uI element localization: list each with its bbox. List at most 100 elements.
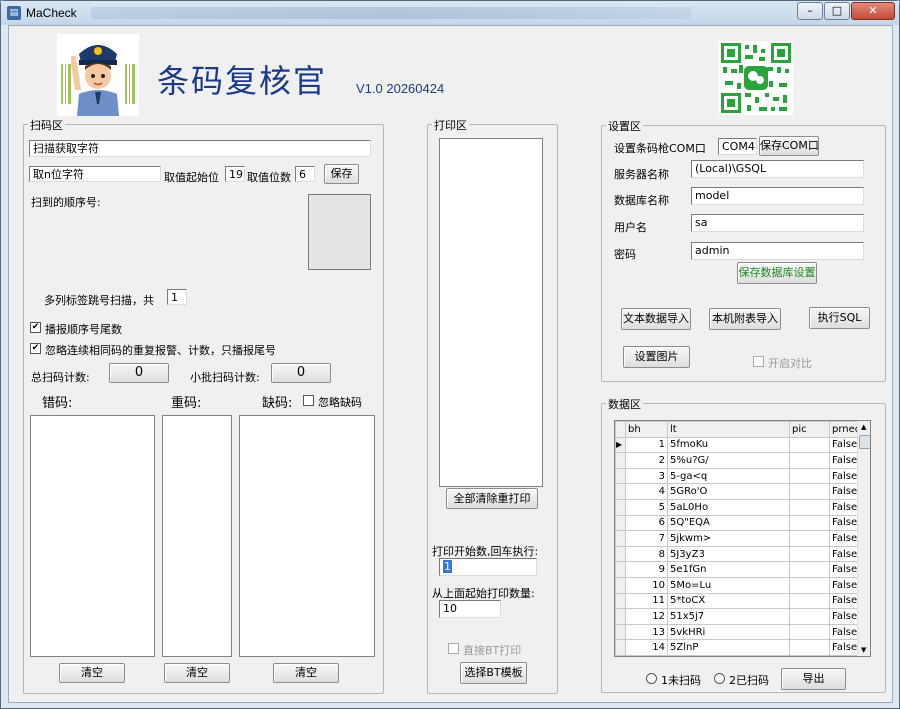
table-row[interactable]: 10 5Mo=Lu False: [615, 576, 858, 594]
grid-cell-lt[interactable]: 5GRo'O: [667, 483, 790, 500]
grid-cell-lt[interactable]: 5ZlnP: [667, 639, 790, 656]
scroll-thumb[interactable]: [859, 435, 870, 449]
grid-cell-bh[interactable]: 7: [625, 530, 668, 547]
grid-cell-lt[interactable]: 5-ga<q: [667, 467, 790, 485]
grid-cell-bh[interactable]: 9: [625, 561, 668, 578]
clear-missing-button[interactable]: 清空: [273, 663, 339, 683]
print-list[interactable]: [439, 138, 543, 487]
import-local-button[interactable]: 本机附表导入: [709, 308, 781, 330]
scan-input[interactable]: 扫描获取字符: [29, 140, 371, 157]
minimize-icon[interactable]: –: [797, 2, 823, 20]
grid-column-header[interactable]: pic: [789, 421, 830, 438]
grid-cell-pic[interactable]: [789, 452, 830, 469]
table-row[interactable]: 3 5-ga<q False: [615, 467, 858, 485]
grid-cell-prned[interactable]: False: [829, 576, 858, 594]
grid-cell-pic[interactable]: [789, 545, 830, 563]
multi-scan-field[interactable]: 1: [167, 289, 187, 305]
save-take-button[interactable]: 保存: [324, 164, 359, 184]
grid-cell-prned[interactable]: False: [829, 608, 858, 625]
grid-cell-bh[interactable]: 3: [625, 467, 668, 485]
clear-wrong-button[interactable]: 清空: [59, 663, 125, 683]
table-row[interactable]: 14 5ZlnP False: [615, 639, 858, 656]
print-count-field[interactable]: 10: [439, 600, 501, 618]
table-row[interactable]: 4 5GRo'O False: [615, 483, 858, 500]
missing-code-list[interactable]: [239, 415, 375, 657]
grid-cell-prned[interactable]: False: [829, 436, 858, 454]
scroll-up-icon[interactable]: ▲: [861, 423, 866, 431]
grid-cell-lt[interactable]: 5jkwm>: [667, 530, 790, 547]
table-row[interactable]: 5 5aL0Ho False: [615, 498, 858, 516]
grid-cell-lt[interactable]: 51x5j7: [667, 608, 790, 625]
start-pos-field[interactable]: 19: [225, 166, 245, 182]
grid-cell-bh[interactable]: 4: [625, 483, 668, 500]
grid-cell-prned[interactable]: False: [829, 592, 858, 610]
grid-cell-prned[interactable]: False: [829, 623, 858, 641]
grid-cell-prned[interactable]: False: [829, 483, 858, 500]
exec-sql-button[interactable]: 执行SQL: [809, 307, 870, 329]
data-grid[interactable]: bhltpicprned▶15fmoKuFalse25%u?G/False35-…: [614, 420, 871, 657]
grid-cell-bh[interactable]: 5: [625, 498, 668, 516]
grid-cell-prned[interactable]: False: [829, 514, 858, 532]
grid-cell-prned[interactable]: False: [829, 467, 858, 485]
grid-cell-pic[interactable]: [789, 561, 830, 578]
grid-cell-lt[interactable]: 5%u?G/: [667, 452, 790, 469]
grid-cell-lt[interactable]: 5vkHRi: [667, 623, 790, 641]
ignore-missing-checkbox[interactable]: [303, 395, 314, 406]
grid-cell-lt[interactable]: 5Mo=Lu: [667, 576, 790, 594]
import-text-button[interactable]: 文本数据导入: [621, 308, 691, 330]
grid-cell-lt[interactable]: 5e1fGn: [667, 561, 790, 578]
grid-cell-pic[interactable]: [789, 498, 830, 516]
save-db-button[interactable]: 保存数据库设置: [737, 262, 817, 284]
grid-cell-pic[interactable]: [789, 623, 830, 641]
tail-checkbox[interactable]: ✔: [30, 322, 41, 333]
grid-cell-bh[interactable]: 1: [625, 436, 668, 454]
print-start-field[interactable]: 1: [439, 558, 537, 576]
grid-cell-lt[interactable]: 5Q"EQA: [667, 514, 790, 532]
grid-cell-lt[interactable]: 5J3yZ3: [667, 545, 790, 563]
grid-cell-pic[interactable]: [789, 436, 830, 454]
grid-cell-pic[interactable]: [789, 483, 830, 500]
wrong-code-list[interactable]: [30, 415, 155, 657]
com-field[interactable]: COM4: [718, 138, 757, 155]
table-row[interactable]: 7 5jkwm> False: [615, 530, 858, 547]
ignore-dup-checkbox[interactable]: ✔: [30, 343, 41, 354]
take-chars-field[interactable]: 取n位字符: [29, 166, 161, 182]
grid-cell-pic[interactable]: [789, 514, 830, 532]
compare-checkbox[interactable]: [753, 356, 764, 367]
maximize-icon[interactable]: □: [824, 2, 850, 20]
grid-cell-prned[interactable]: False: [829, 639, 858, 656]
grid-cell-bh[interactable]: 2: [625, 452, 668, 469]
direct-bt-checkbox[interactable]: [448, 643, 459, 654]
radio-unscanned[interactable]: [646, 673, 657, 684]
scroll-down-icon[interactable]: ▼: [861, 646, 866, 654]
table-row[interactable]: 6 5Q"EQA False: [615, 514, 858, 532]
grid-cell-prned[interactable]: False: [829, 545, 858, 563]
clear-reprint-button[interactable]: 全部清除重打印: [446, 488, 538, 509]
clear-dup-button[interactable]: 清空: [164, 663, 230, 683]
grid-cell-pic[interactable]: [789, 467, 830, 485]
grid-cell-pic[interactable]: [789, 530, 830, 547]
grid-cell-bh[interactable]: 13: [625, 623, 668, 641]
grid-cell-bh[interactable]: 8: [625, 545, 668, 563]
grid-cell-prned[interactable]: False: [829, 452, 858, 469]
set-image-button[interactable]: 设置图片: [623, 346, 690, 368]
table-row[interactable]: ▶ 1 5fmoKu False: [615, 436, 858, 454]
table-row[interactable]: 9 5e1fGn False: [615, 561, 858, 578]
table-row[interactable]: 13 5vkHRi False: [615, 623, 858, 641]
grid-scrollbar[interactable]: ▲ ▼: [857, 421, 870, 656]
dup-code-list[interactable]: [162, 415, 232, 657]
grid-cell-bh[interactable]: 11: [625, 592, 668, 610]
grid-cell-pic[interactable]: [789, 576, 830, 594]
table-row[interactable]: 11 5*toCX False: [615, 592, 858, 610]
digits-field[interactable]: 6: [295, 166, 315, 182]
grid-cell-prned[interactable]: False: [829, 498, 858, 516]
grid-column-header[interactable]: bh: [625, 421, 668, 438]
grid-cell-prned[interactable]: False: [829, 561, 858, 578]
close-icon[interactable]: ✕: [851, 2, 895, 20]
grid-cell-bh[interactable]: 10: [625, 576, 668, 594]
grid-cell-bh[interactable]: 12: [625, 608, 668, 625]
grid-cell-pic[interactable]: [789, 592, 830, 610]
grid-cell-prned[interactable]: False: [829, 530, 858, 547]
table-row[interactable]: 8 5J3yZ3 False: [615, 545, 858, 563]
user-field[interactable]: sa: [691, 214, 864, 232]
